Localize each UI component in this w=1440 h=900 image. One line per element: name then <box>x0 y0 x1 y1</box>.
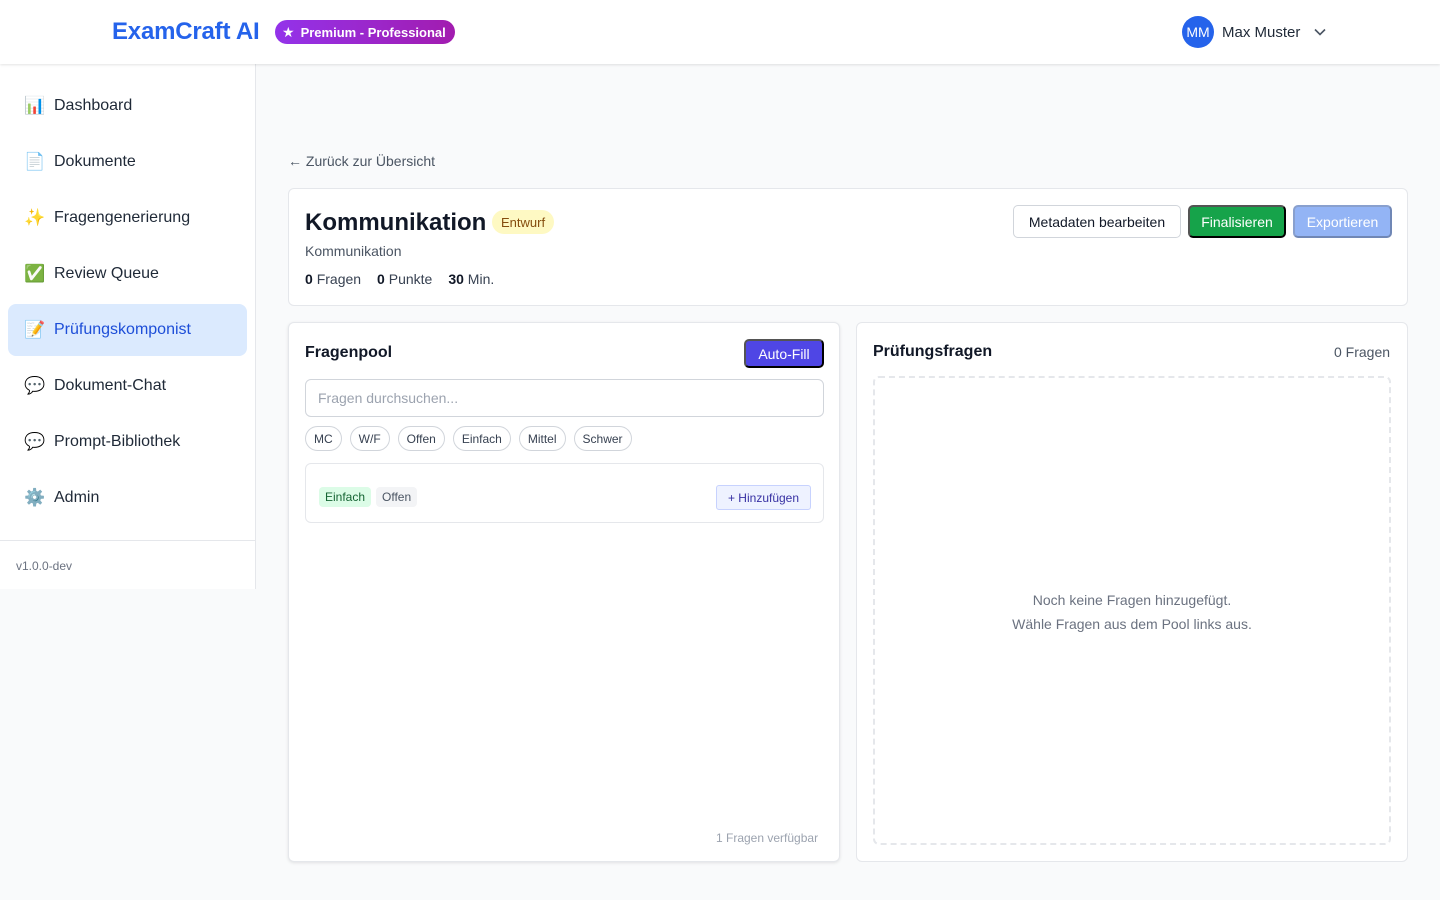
sidebar-item-pruefungskomponist[interactable]: 📝 Prüfungskomponist <box>8 304 247 356</box>
stat-questions: 0 Fragen <box>305 271 361 287</box>
sidebar-item-fragengenerierung[interactable]: ✨ Fragengenerierung <box>8 192 247 244</box>
sidebar-item-label: Dashboard <box>54 97 133 114</box>
edit-metadata-button[interactable]: Metadaten bearbeiten <box>1013 205 1181 238</box>
speech-bubble-icon: 💬 <box>24 432 46 451</box>
sidebar-item-label: Dokumente <box>54 153 136 170</box>
filter-chip-schwer[interactable]: Schwer <box>573 426 632 451</box>
exam-questions-count: 0 Fragen <box>1334 344 1391 360</box>
stat-points-value: 0 <box>377 271 385 287</box>
top-bar: ExamCraft AI ★ Premium - Professional MM… <box>0 0 1440 64</box>
stat-points-label: Punkte <box>388 271 433 287</box>
stat-duration: 30 Min. <box>448 271 494 287</box>
sidebar-item-label: Prompt-Bibliothek <box>54 433 181 450</box>
back-link[interactable]: ← Zurück zur Übersicht <box>288 153 435 169</box>
exam-subtitle: Kommunikation <box>305 243 402 259</box>
brand-logo[interactable]: ExamCraft AI <box>112 18 260 46</box>
sidebar-item-dokumente[interactable]: 📄 Dokumente <box>8 136 247 188</box>
difficulty-tag: Einfach <box>319 487 372 507</box>
sidebar-divider <box>0 540 255 541</box>
exam-questions-title: Prüfungsfragen <box>873 343 993 360</box>
filter-chip-mc[interactable]: MC <box>305 426 342 451</box>
filter-chip-wf[interactable]: W/F <box>349 426 390 451</box>
sidebar-item-dokument-chat[interactable]: 💬 Dokument-Chat <box>8 360 247 412</box>
user-name: Max Muster <box>1222 23 1301 41</box>
sidebar: 📊 Dashboard 📄 Dokumente ✨ Fragengenerier… <box>0 64 256 589</box>
star-icon: ★ <box>282 24 295 40</box>
filter-chip-offen[interactable]: Offen <box>397 426 445 451</box>
exam-stats: 0 Fragen 0 Punkte 30 Min. <box>305 271 494 287</box>
available-count: 1 Fragen verfügbar <box>716 831 819 845</box>
question-dropzone[interactable]: Noch keine Fragen hinzugefügt. Wähle Fra… <box>873 376 1391 845</box>
filter-chip-einfach[interactable]: Einfach <box>452 426 511 451</box>
stat-questions-label: Fragen <box>316 271 362 287</box>
type-tag: Offen <box>376 487 418 507</box>
avatar: MM <box>1182 16 1214 48</box>
empty-state: Noch keine Fragen hinzugefügt. Wähle Fra… <box>875 588 1389 636</box>
sparkles-icon: ✨ <box>24 208 46 227</box>
pool-title: Fragenpool <box>305 344 393 361</box>
bar-chart-icon: 📊 <box>24 96 46 115</box>
document-icon: 📄 <box>24 152 46 171</box>
memo-icon: 📝 <box>24 320 46 339</box>
list-item[interactable]: Einfach Offen + Hinzufügen <box>305 463 824 523</box>
status-badge: Entwurf <box>492 210 555 234</box>
sidebar-nav: 📊 Dashboard 📄 Dokumente ✨ Fragengenerier… <box>8 80 247 528</box>
stat-duration-value: 30 <box>448 271 464 287</box>
exam-header-card: Kommunikation Entwurf Kommunikation 0 Fr… <box>288 188 1408 306</box>
export-button[interactable]: Exportieren <box>1293 205 1392 238</box>
sidebar-item-label: Review Queue <box>54 265 159 282</box>
question-pool-panel: Fragenpool Auto-Fill MC W/F Offen Einfac… <box>288 322 840 862</box>
sidebar-item-label: Prüfungskomponist <box>54 321 191 338</box>
empty-state-line1: Noch keine Fragen hinzugefügt. <box>1032 592 1232 608</box>
plan-badge: ★ Premium - Professional <box>275 20 455 44</box>
version-label: v1.0.0-dev <box>16 559 73 573</box>
stat-points: 0 Punkte <box>377 271 432 287</box>
sidebar-item-dashboard[interactable]: 📊 Dashboard <box>8 80 247 132</box>
user-menu[interactable]: MM Max Muster <box>1182 16 1326 48</box>
stat-questions-value: 0 <box>305 271 313 287</box>
search-input[interactable] <box>305 379 824 417</box>
sidebar-item-admin[interactable]: ⚙️ Admin <box>8 472 247 524</box>
sidebar-item-label: Dokument-Chat <box>54 377 167 394</box>
filter-chips: MC W/F Offen Einfach Mittel Schwer <box>305 426 632 451</box>
exam-questions-panel: Prüfungsfragen 0 Fragen Noch keine Frage… <box>856 322 1408 862</box>
stat-duration-label: Min. <box>467 271 495 287</box>
sidebar-item-prompt-bibliothek[interactable]: 💬 Prompt-Bibliothek <box>8 416 247 468</box>
chevron-down-icon[interactable] <box>1314 28 1326 36</box>
sidebar-item-review-queue[interactable]: ✅ Review Queue <box>8 248 247 300</box>
sidebar-item-label: Admin <box>54 489 100 506</box>
empty-state-line2: Wähle Fragen aus dem Pool links aus. <box>1012 616 1252 632</box>
add-question-button[interactable]: + Hinzufügen <box>716 485 811 510</box>
gear-icon: ⚙️ <box>24 488 46 507</box>
filter-chip-mittel[interactable]: Mittel <box>518 426 566 451</box>
plan-badge-label: Premium - Professional <box>300 24 446 40</box>
finalize-button[interactable]: Finalisieren <box>1188 205 1286 238</box>
sidebar-item-label: Fragengenerierung <box>54 209 191 226</box>
autofill-button[interactable]: Auto-Fill <box>744 339 824 368</box>
check-box-icon: ✅ <box>24 264 46 283</box>
speech-bubble-icon: 💬 <box>24 376 46 395</box>
page-title: Kommunikation <box>305 209 487 236</box>
